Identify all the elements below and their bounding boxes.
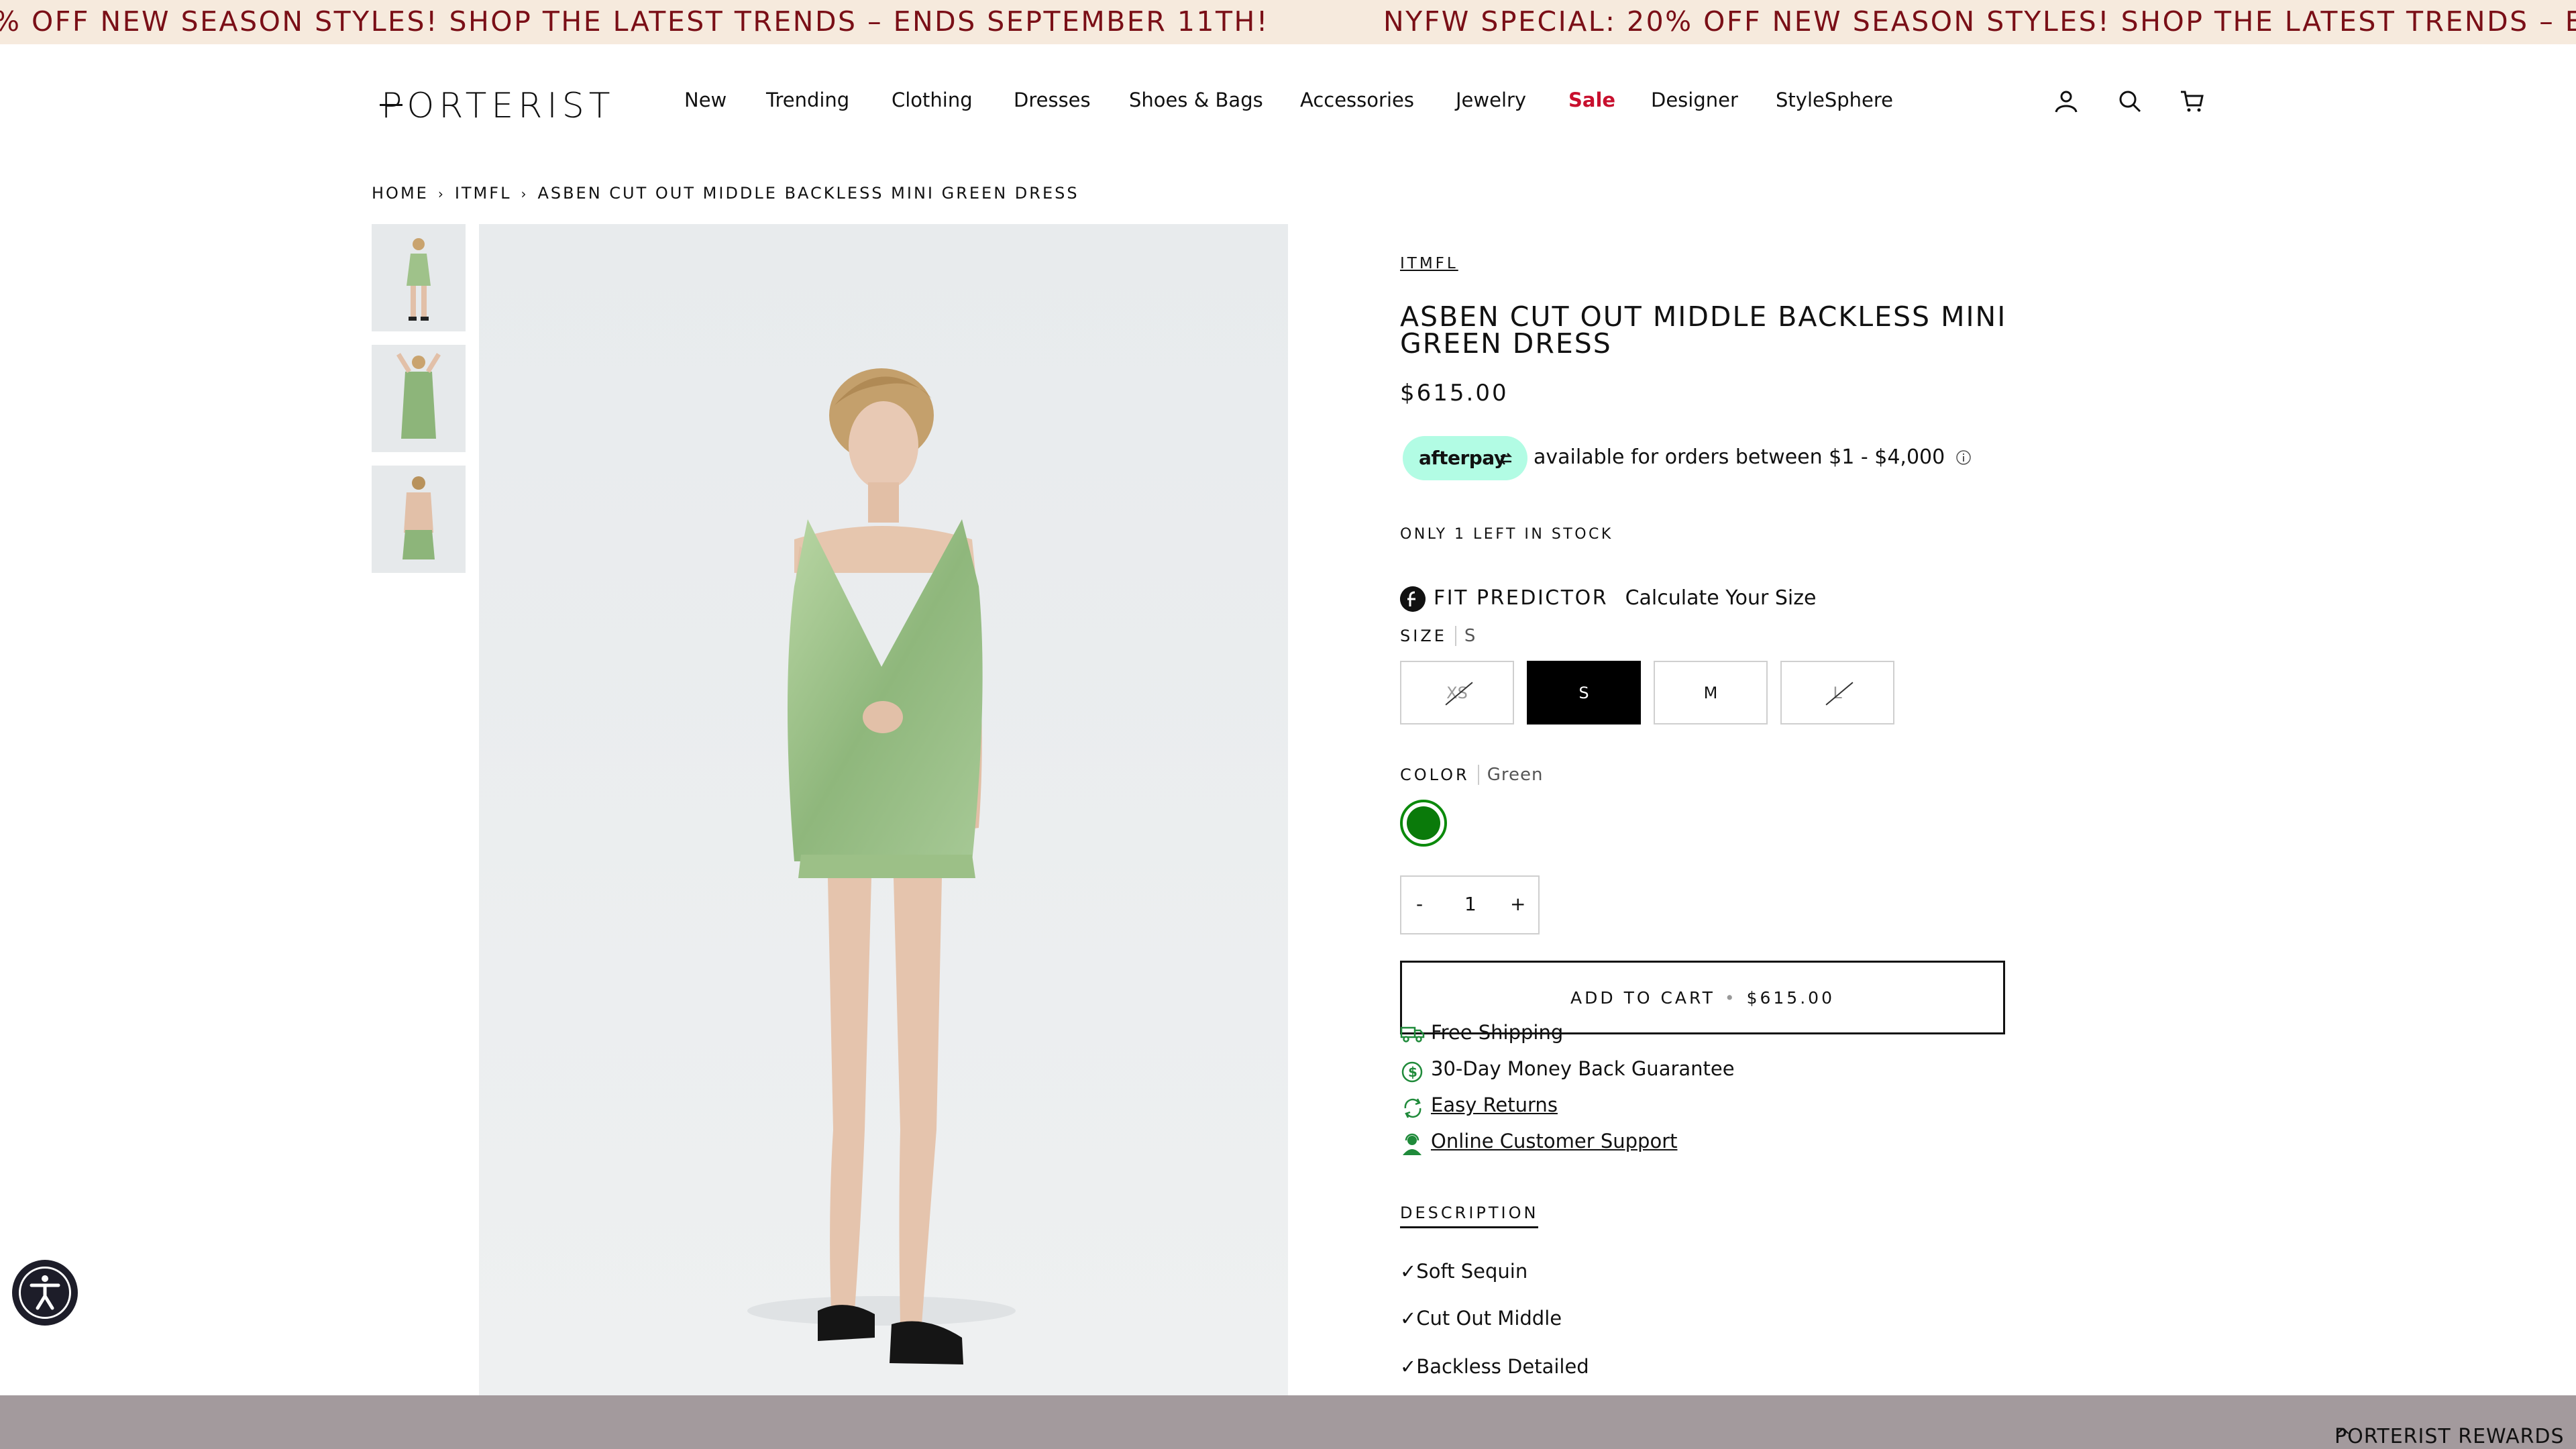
announcement-text: % OFF NEW SEASON STYLES! SHOP THE LATEST… (0, 5, 1269, 38)
truck-icon (1400, 1026, 1425, 1042)
size-option-s[interactable]: S (1527, 661, 1641, 724)
rewards-label: PORTERIST REWARDS (2334, 1425, 2565, 1448)
nav-item-shoes-bags[interactable]: Shoes & Bags (1129, 89, 1263, 111)
nav-item-clothing[interactable]: Clothing (892, 89, 973, 111)
color-swatch-green[interactable] (1400, 800, 1447, 847)
separator-dot: • (1724, 988, 1737, 1008)
quantity-decrease-button[interactable]: - (1416, 893, 1423, 915)
calculate-size-link[interactable]: Calculate Your Size (1625, 586, 1817, 610)
size-label: SIZE S (1400, 626, 1477, 646)
perk-label: 30-Day Money Back Guarantee (1431, 1057, 1735, 1080)
selected-color: Green (1477, 765, 1544, 785)
svg-text:$: $ (1408, 1064, 1417, 1080)
product-price: $615.00 (1400, 380, 1509, 407)
announcement-text: NYFW SPECIAL: 20% OFF NEW SEASON STYLES!… (1383, 5, 2576, 38)
rewards-bar[interactable]: PORTERIST REWARDS ^ (0, 1395, 2576, 1449)
thumbnail-back[interactable] (372, 466, 466, 573)
description-item: ✓Soft Sequin (1400, 1260, 1528, 1283)
perk-free-shipping: Free Shipping (1400, 1021, 1563, 1044)
description-item: ✓Backless Detailed (1400, 1355, 1589, 1378)
nav-item-designer[interactable]: Designer (1651, 89, 1738, 111)
color-label: COLOR Green (1400, 765, 1544, 785)
size-option-label: L (1833, 684, 1842, 702)
breadcrumb: HOME › ITMFL › ASBEN CUT OUT MIDDLE BACKLESS… (372, 184, 1079, 203)
returns-icon (1404, 1098, 1421, 1118)
add-to-cart-price: $615.00 (1746, 988, 1835, 1008)
chevron-up-icon: ^ (2334, 1425, 2353, 1448)
size-option-label: M (1703, 684, 1718, 702)
nav-item-accessories[interactable]: Accessories (1300, 89, 1414, 111)
perk-easy-returns[interactable]: Easy Returns (1400, 1093, 1558, 1118)
announcement-bar: % OFF NEW SEASON STYLES! SHOP THE LATEST… (0, 0, 2576, 44)
breadcrumb-home[interactable]: HOME (372, 184, 429, 203)
size-option-label: XS (1446, 684, 1468, 702)
cart-icon[interactable] (2179, 88, 2206, 115)
afterpay-badge[interactable]: afterpay (1403, 436, 1527, 480)
perk-money-back: $ 30-Day Money Back Guarantee (1400, 1057, 1735, 1083)
logo[interactable]: PORTERIST (381, 86, 615, 126)
quantity-stepper: - 1 + (1400, 875, 1540, 934)
perk-customer-support[interactable]: Online Customer Support (1400, 1130, 1677, 1155)
perk-label: Free Shipping (1431, 1021, 1564, 1044)
swatch-fill (1407, 806, 1440, 840)
fit-predictor-label: FIT PREDICTOR (1434, 586, 1609, 610)
product-title: ASBEN CUT OUT MIDDLE BACKLESS MINI GREEN… (1400, 301, 2007, 360)
afterpay-text: available for orders between $1 - $4,000 (1534, 445, 1945, 469)
nav-item-trending[interactable]: Trending (766, 89, 849, 111)
size-option-m[interactable]: M (1654, 661, 1768, 724)
breadcrumb-current: ASBEN CUT OUT MIDDLE BACKLESS MINI GREEN… (537, 184, 1079, 203)
nav-item-sale[interactable]: Sale (1568, 89, 1615, 111)
afterpay-arrows-icon (1499, 453, 1513, 465)
customer-support-link[interactable]: Online Customer Support (1431, 1130, 1677, 1152)
product-main-image[interactable] (479, 224, 1288, 1395)
nav-item-stylesphere[interactable]: StyleSphere (1776, 89, 1893, 111)
fit-predictor-icon (1400, 586, 1426, 612)
size-option-l[interactable]: L (1780, 661, 1894, 724)
info-icon[interactable] (1955, 449, 1972, 466)
accessibility-button[interactable] (12, 1260, 78, 1326)
account-icon[interactable] (2053, 88, 2080, 115)
afterpay-info: available for orders between $1 - $4,000 (1534, 445, 1972, 469)
thumbnail-pose[interactable] (372, 345, 466, 452)
search-icon[interactable] (2116, 88, 2143, 115)
accessibility-icon (30, 1275, 60, 1310)
afterpay-logo: afterpay (1419, 447, 1506, 469)
breadcrumb-separator: › (521, 186, 529, 202)
breadcrumb-brand[interactable]: ITMFL (455, 184, 512, 203)
nav-item-new[interactable]: New (684, 89, 727, 111)
add-to-cart-label: ADD TO CART (1570, 988, 1715, 1008)
breadcrumb-separator: › (437, 186, 445, 202)
size-option-label: S (1578, 684, 1589, 702)
easy-returns-link[interactable]: Easy Returns (1431, 1093, 1558, 1116)
stock-notice: ONLY 1 LEFT IN STOCK (1400, 526, 1613, 543)
nav-item-jewelry[interactable]: Jewelry (1456, 89, 1526, 111)
quantity-increase-button[interactable]: + (1510, 893, 1525, 915)
nav-item-dresses[interactable]: Dresses (1014, 89, 1091, 111)
quantity-input[interactable]: 1 (1464, 893, 1477, 915)
size-option-xs[interactable]: XS (1400, 661, 1514, 724)
selected-size: S (1454, 626, 1477, 646)
description-item: ✓Cut Out Middle (1400, 1307, 1562, 1330)
money-back-icon: $ (1401, 1061, 1423, 1083)
tab-description[interactable]: DESCRIPTION (1400, 1203, 1539, 1228)
product-brand-link[interactable]: ITMFL (1400, 255, 1458, 272)
fit-predictor[interactable]: FIT PREDICTOR Calculate Your Size (1400, 586, 1817, 612)
color-label-text: COLOR (1400, 765, 1470, 784)
size-label-text: SIZE (1400, 627, 1447, 645)
support-agent-icon (1403, 1133, 1421, 1155)
thumbnail-front[interactable] (372, 224, 466, 331)
